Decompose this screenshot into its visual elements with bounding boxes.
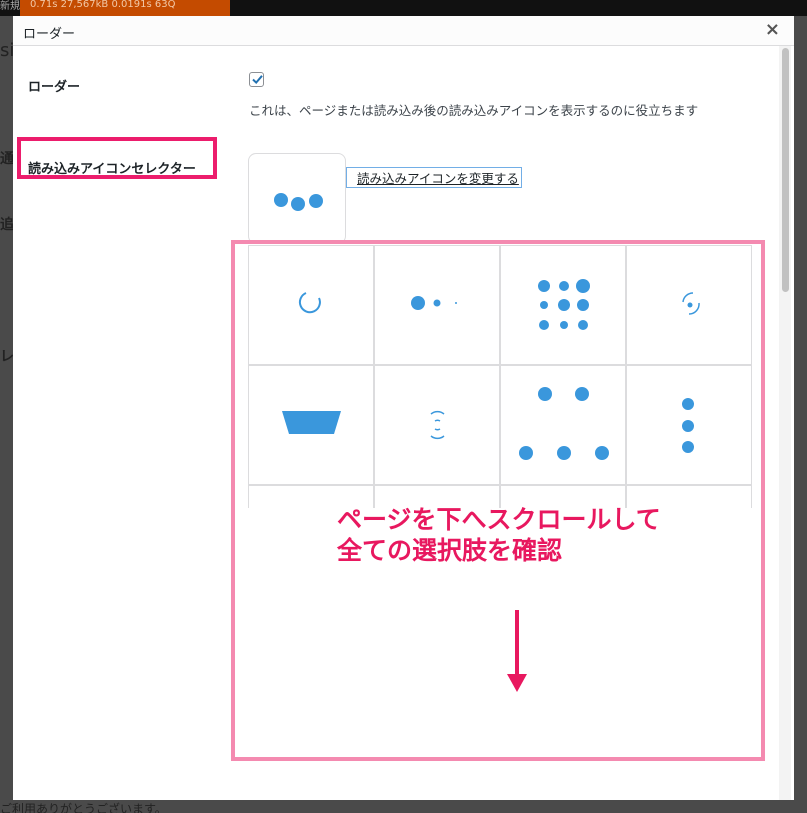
query-monitor-stats[interactable]: 0.71s 27,567kB 0.0191s 63Q	[20, 0, 230, 16]
admin-bar-new[interactable]: 新規	[0, 0, 20, 12]
icon-selector-label: 読み込みアイコンセレクター	[28, 162, 196, 177]
loader-checkbox[interactable]	[249, 72, 264, 87]
checkmark-icon	[252, 75, 263, 85]
modal-title: ローダー	[23, 27, 76, 42]
modal-scrollbar[interactable]	[779, 46, 791, 800]
bg-fragment-tsu: 通	[0, 151, 14, 167]
bg-fragment-re: レ	[0, 349, 14, 365]
down-arrow-icon	[507, 610, 527, 692]
scroll-hint-box	[231, 240, 765, 761]
modal-header: ローダー ×	[13, 16, 794, 46]
admin-bar: 新規 0.71s 27,567kB 0.0191s 63Q	[0, 0, 807, 16]
callout-line-2: 全ての選択肢を確認	[337, 536, 563, 565]
scrollbar-thumb[interactable]	[782, 48, 789, 292]
footer-thanks: ご利用ありがとうございます。	[0, 802, 167, 813]
callout-line-1: ページを下へスクロールして	[337, 505, 661, 534]
current-icon-preview	[248, 153, 346, 244]
loader-label: ローダー	[28, 80, 81, 95]
loader-description: これは、ページまたは読み込み後の読み込みアイコンを表示するのに役立ちます	[249, 103, 699, 118]
change-icon-button[interactable]: 読み込みアイコンを変更する	[346, 167, 522, 188]
scroll-hint-callout: ページを下へスクロールして 全ての選択肢を確認	[337, 504, 661, 566]
dots-icon	[274, 193, 323, 211]
bg-fragment-oi: 追	[0, 217, 14, 233]
close-icon[interactable]: ×	[765, 20, 780, 40]
